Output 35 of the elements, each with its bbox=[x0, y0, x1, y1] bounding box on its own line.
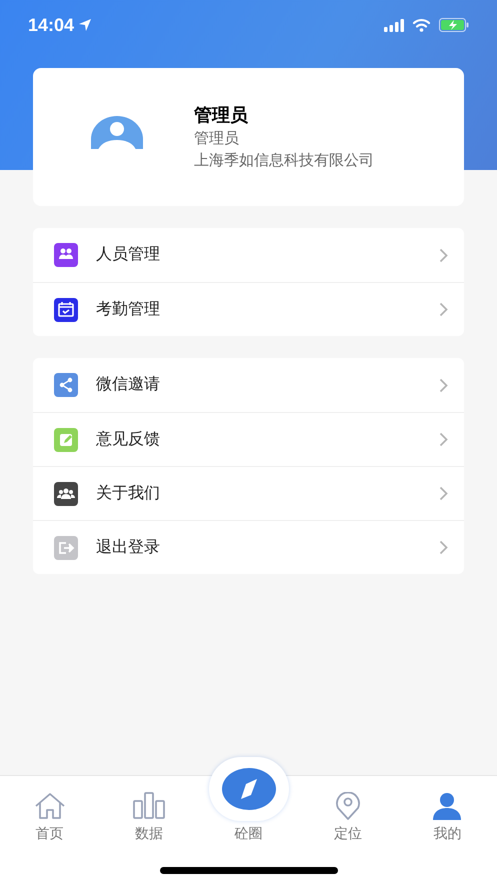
profile-name: 管理员 bbox=[194, 104, 249, 127]
menu-item[interactable]: 人员管理 bbox=[33, 228, 464, 282]
menu-item-label: 微信邀请 bbox=[96, 374, 161, 395]
signal-icon bbox=[384, 18, 404, 32]
profile-role: 管理员 bbox=[194, 129, 240, 149]
location-arrow-icon bbox=[78, 18, 92, 32]
menu-item[interactable]: 微信邀请 bbox=[33, 358, 464, 412]
menu-item-label: 关于我们 bbox=[96, 484, 161, 504]
chevron-right-icon bbox=[439, 378, 448, 392]
bar-chart-icon bbox=[132, 792, 166, 820]
tab-label[interactable]: 砼圈 bbox=[234, 823, 263, 844]
profile-company: 上海季如信息科技有限公司 bbox=[194, 151, 374, 171]
menu-item[interactable]: 退出登录 bbox=[33, 520, 464, 574]
center-tab-button[interactable] bbox=[208, 757, 289, 821]
chevron-right-icon bbox=[439, 432, 448, 447]
wifi-icon bbox=[412, 18, 431, 32]
menu-item[interactable]: 关于我们 bbox=[33, 466, 464, 520]
menu-item-label: 人员管理 bbox=[96, 245, 161, 265]
menu-item[interactable]: 考勤管理 bbox=[33, 282, 464, 336]
chevron-right-icon bbox=[439, 302, 448, 317]
menu-item-label: 考勤管理 bbox=[96, 300, 161, 320]
menu-item[interactable]: 意见反馈 bbox=[33, 412, 464, 466]
status-time: 14:04 bbox=[28, 14, 74, 36]
chevron-right-icon bbox=[439, 486, 448, 501]
avatar-icon bbox=[91, 113, 143, 149]
menu-item-label: 意见反馈 bbox=[96, 430, 161, 450]
tab-item[interactable]: 数据 bbox=[99, 776, 199, 844]
tab-item[interactable]: 定位 bbox=[298, 776, 398, 844]
chevron-right-icon bbox=[439, 540, 448, 555]
tab-item[interactable]: 首页 bbox=[0, 776, 100, 844]
tab-item[interactable]: 我的 bbox=[398, 776, 497, 844]
chevron-right-icon bbox=[439, 248, 448, 262]
home-icon bbox=[32, 792, 67, 820]
menu-item-label: 退出登录 bbox=[96, 538, 161, 558]
battery-icon bbox=[439, 18, 469, 32]
